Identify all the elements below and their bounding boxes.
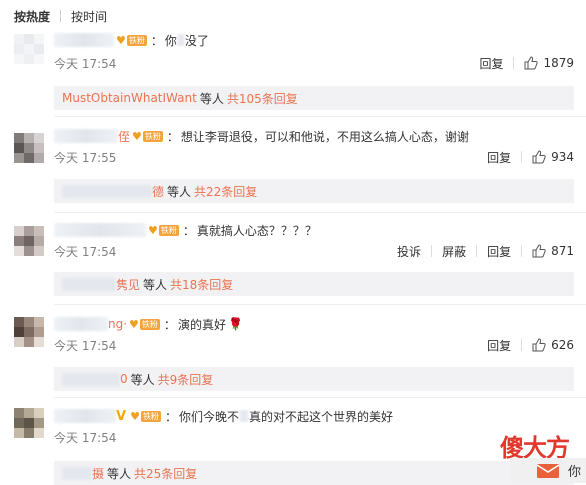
reply-button[interactable]: 回复 <box>487 149 511 166</box>
comment-text-tail: 真的对不起这个世界的美好 <box>248 409 393 424</box>
heart-icon: ♥ <box>132 129 142 143</box>
verified-v-icon: V <box>116 408 127 424</box>
username-blurred[interactable] <box>54 317 108 331</box>
like-button[interactable]: 871 <box>532 244 574 258</box>
username-blurred[interactable] <box>54 409 116 423</box>
like-button[interactable]: 934 <box>532 150 574 164</box>
comment-line: ♥ 铁粉 ： 真就搞人心态？？？？ <box>54 220 317 240</box>
more-replies-bar[interactable]: 摄 等人 共25条回复 <box>54 461 574 485</box>
heart-icon: ♥ <box>116 33 126 47</box>
more-replies-bar[interactable]: 隽见 等人 共18条回复 <box>54 272 574 296</box>
like-button[interactable]: 1879 <box>524 56 574 70</box>
username-blurred[interactable] <box>54 33 114 47</box>
divider <box>54 116 586 117</box>
comment-meta: 今天 17:54 回复 626 <box>54 336 574 354</box>
reply-count-link[interactable]: 共22条回复 <box>194 183 257 200</box>
reply-count-link[interactable]: 共9条回复 <box>158 371 214 388</box>
divider <box>54 212 586 213</box>
fan-badge: ♥ 铁粉 <box>148 223 179 237</box>
username-blurred[interactable] <box>54 129 118 143</box>
avatar[interactable] <box>14 226 44 256</box>
like-count: 1879 <box>543 56 574 70</box>
comment-text-tail: 没了 <box>184 33 209 48</box>
comment-time: 今天 17:55 <box>54 150 117 165</box>
reply-button[interactable]: 回复 <box>487 243 511 260</box>
avatar[interactable] <box>14 133 44 163</box>
comment-line: V ♥ 铁粉 ： 你们今晚不 真的对不起这个世界的美好 <box>54 406 393 426</box>
heart-icon: ♥ <box>148 223 158 237</box>
fan-badge: ♥ 铁粉 <box>129 317 160 331</box>
sort-separator <box>60 10 62 22</box>
block-button[interactable]: 屏蔽 <box>442 243 466 260</box>
username-tail[interactable]: 侄 <box>118 128 130 145</box>
reply-count-link[interactable]: 共18条回复 <box>170 276 233 293</box>
reply-user-names[interactable]: 德 <box>152 183 164 200</box>
reply-user-names[interactable]: 0 <box>120 372 128 386</box>
comment-text: 演的真好 <box>177 317 226 332</box>
thumbs-up-icon <box>524 56 539 70</box>
comment-meta: 今天 17:54 回复 1879 <box>54 54 574 72</box>
reply-button[interactable]: 回复 <box>487 337 511 354</box>
more-replies-bar[interactable]: MustObtainWhatIWant 等人 共105条回复 <box>54 86 574 110</box>
heart-icon: ♥ <box>129 317 139 331</box>
reply-button[interactable]: 回复 <box>479 55 503 72</box>
username-blurred[interactable] <box>54 223 146 237</box>
sort-by-hot-tab[interactable]: 按热度 <box>14 8 50 25</box>
comment-line: ng· ♥ 铁粉 ： 演的真好 🌹 <box>54 314 243 334</box>
more-replies-bar[interactable]: 德 等人 共22条回复 <box>54 179 574 203</box>
like-count: 934 <box>551 150 574 164</box>
comment-meta: 今天 17:55 回复 934 <box>54 148 574 166</box>
like-button[interactable]: 626 <box>532 338 574 352</box>
comment-text: 你们今晚不 <box>178 409 239 424</box>
comment-meta: 今天 17:54 <box>54 428 574 446</box>
reply-user-names[interactable]: 摄 <box>92 465 104 482</box>
report-button[interactable]: 投诉 <box>397 243 421 260</box>
like-count: 626 <box>551 338 574 352</box>
more-replies-bar[interactable]: 0 等人 共9条回复 <box>54 367 574 391</box>
comment-line: ♥ 铁粉 ： 你 没了 <box>54 30 209 50</box>
divider <box>54 304 586 305</box>
reply-count-link[interactable]: 共25条回复 <box>134 465 197 482</box>
avatar[interactable] <box>14 34 44 64</box>
fan-badge: ♥ 铁粉 <box>116 33 147 47</box>
bottom-toolbar: 你 <box>510 458 586 483</box>
fan-badge: ♥ 铁粉 <box>132 129 163 143</box>
thumbs-up-icon <box>532 244 546 258</box>
like-count: 871 <box>551 244 574 258</box>
comment-time: 今天 17:54 <box>54 430 117 445</box>
rose-emoji-icon: 🌹 <box>227 317 243 331</box>
thumbs-up-icon <box>532 150 546 164</box>
comment-time: 今天 17:54 <box>54 338 117 353</box>
footer-text[interactable]: 你 <box>568 461 581 480</box>
thumbs-up-icon <box>532 338 546 352</box>
comment-time: 今天 17:54 <box>54 244 117 259</box>
comment-line: 侄 ♥ 铁粉 ： 想让李哥退役，可以和他说，不用这么搞人心态，谢谢 <box>54 126 469 146</box>
fan-badge: ♥ 铁粉 <box>130 409 161 423</box>
envelope-icon[interactable] <box>536 463 560 479</box>
username-tail[interactable]: ng· <box>108 317 127 331</box>
avatar[interactable] <box>14 317 44 347</box>
divider <box>54 397 586 398</box>
comment-text: 你 <box>164 33 177 48</box>
reply-user-names[interactable]: 隽见 <box>116 276 140 293</box>
comment-meta: 今天 17:54 投诉 屏蔽 回复 871 <box>54 242 574 260</box>
comment-text: 真就搞人心态？？？？ <box>196 223 317 238</box>
avatar[interactable] <box>14 408 44 438</box>
reply-count-link[interactable]: 共105条回复 <box>227 90 298 107</box>
comment-text: 想让李哥退役，可以和他说，不用这么搞人心态，谢谢 <box>180 129 469 144</box>
sort-bar: 按热度 按时间 <box>14 7 107 25</box>
comment-time: 今天 17:54 <box>54 56 117 71</box>
sort-by-time-tab[interactable]: 按时间 <box>71 8 107 25</box>
reply-user-names[interactable]: MustObtainWhatIWant <box>62 91 197 105</box>
heart-icon: ♥ <box>130 409 140 423</box>
